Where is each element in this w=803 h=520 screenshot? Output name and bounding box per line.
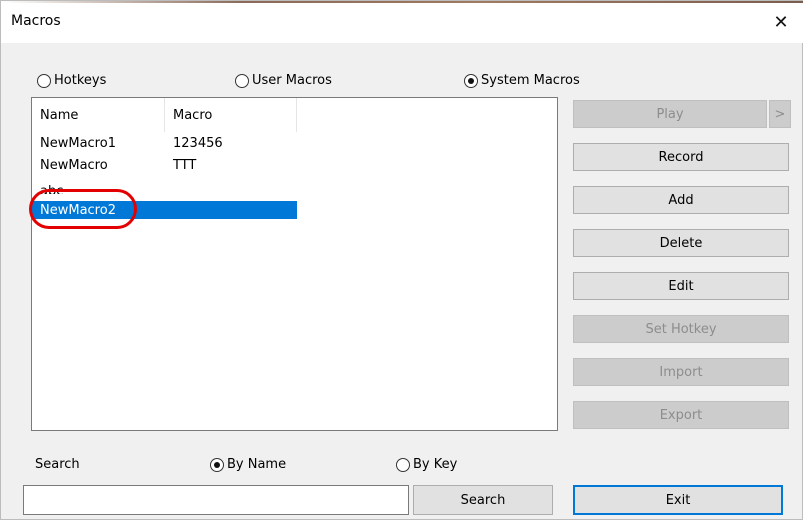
- radio-user-macros-circle[interactable]: [235, 73, 249, 88]
- search-input[interactable]: [23, 485, 409, 515]
- radio-by-key-circle[interactable]: [396, 457, 410, 472]
- radio-system-macros-circle[interactable]: [464, 73, 478, 88]
- list-row[interactable]: abc: [32, 184, 297, 194]
- row-name: NewMacro2: [40, 202, 116, 218]
- close-icon: ✕: [773, 11, 789, 33]
- delete-button[interactable]: Delete: [573, 229, 789, 257]
- exit-button[interactable]: Exit: [573, 485, 783, 515]
- search-label: Search: [35, 457, 80, 472]
- list-row[interactable]: NewMacro TTT: [32, 156, 297, 174]
- import-button[interactable]: Import: [573, 358, 789, 386]
- list-header: Name Macro: [32, 98, 297, 132]
- radio-user-macros[interactable]: User Macros: [235, 73, 332, 88]
- radio-by-name-label: By Name: [227, 457, 287, 472]
- radio-hotkeys-label: Hotkeys: [54, 73, 107, 88]
- list-row[interactable]: NewMacro1 123456: [32, 134, 297, 152]
- export-button[interactable]: Export: [573, 401, 789, 429]
- macros-dialog: Macros ✕ Hotkeys User Macros System Macr…: [0, 0, 803, 520]
- radio-by-name-circle[interactable]: [210, 457, 224, 472]
- title-accent: [1, 1, 803, 3]
- radio-system-macros[interactable]: System Macros: [464, 73, 580, 88]
- radio-selected-dot: [468, 77, 474, 84]
- row-name: NewMacro: [40, 157, 108, 173]
- row-name: abc: [40, 184, 64, 194]
- set-hotkey-button[interactable]: Set Hotkey: [573, 315, 789, 343]
- list-row-selected[interactable]: NewMacro2: [32, 201, 297, 219]
- close-button[interactable]: ✕: [758, 1, 803, 43]
- column-header-name[interactable]: Name: [32, 98, 165, 132]
- record-button[interactable]: Record: [573, 143, 789, 171]
- radio-selected-dot: [214, 461, 220, 468]
- title-bar: Macros ✕: [1, 1, 803, 43]
- play-button[interactable]: Play: [573, 100, 767, 128]
- add-button[interactable]: Add: [573, 186, 789, 214]
- search-button[interactable]: Search: [413, 485, 553, 515]
- play-more-button[interactable]: >: [769, 100, 791, 128]
- radio-hotkeys[interactable]: Hotkeys: [37, 73, 106, 88]
- radio-by-name[interactable]: By Name: [210, 457, 286, 472]
- radio-by-key-label: By Key: [413, 457, 458, 472]
- window-title: Macros: [11, 13, 61, 29]
- radio-by-key[interactable]: By Key: [396, 457, 457, 472]
- row-macro: TTT: [173, 157, 197, 173]
- radio-user-macros-label: User Macros: [252, 73, 332, 88]
- macro-list[interactable]: Name Macro NewMacro1 123456 NewMacro TTT…: [31, 97, 558, 431]
- column-header-macro[interactable]: Macro: [165, 98, 297, 132]
- row-name: NewMacro1: [40, 135, 116, 151]
- radio-hotkeys-circle[interactable]: [37, 73, 51, 88]
- row-macro: 123456: [173, 135, 223, 151]
- edit-button[interactable]: Edit: [573, 272, 789, 300]
- radio-system-macros-label: System Macros: [481, 73, 580, 88]
